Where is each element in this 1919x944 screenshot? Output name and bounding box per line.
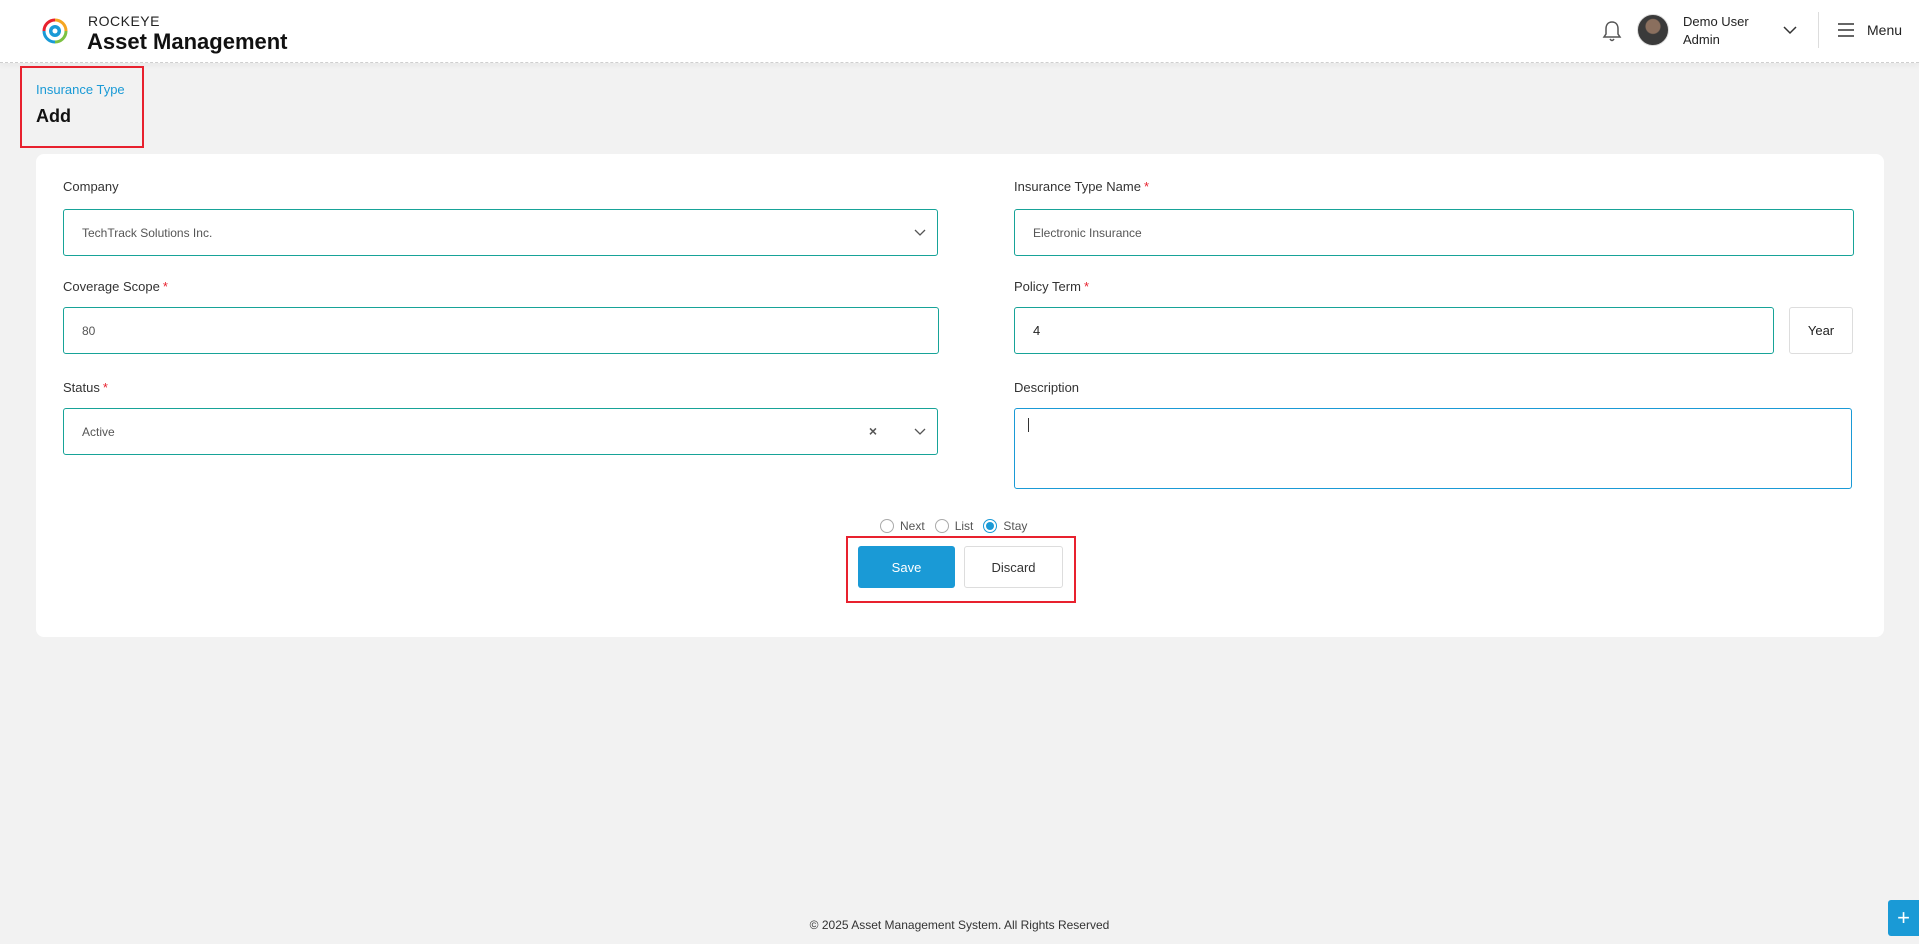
chevron-down-icon[interactable]: [1782, 24, 1798, 36]
radio-icon[interactable]: [880, 519, 894, 533]
radio-list[interactable]: List: [934, 519, 974, 533]
discard-button[interactable]: Discard: [964, 546, 1063, 588]
insurance-type-name-label: Insurance Type Name *: [1014, 179, 1150, 194]
radio-stay[interactable]: Stay: [983, 519, 1027, 533]
menu-button[interactable]: Menu: [1867, 22, 1902, 38]
description-label: Description: [1014, 380, 1080, 395]
avatar[interactable]: [1637, 14, 1669, 46]
user-name[interactable]: Demo User: [1683, 14, 1749, 29]
insurance-type-name-value: Electronic Insurance: [1033, 225, 1142, 240]
bell-icon[interactable]: [1601, 19, 1623, 43]
page-title: Add: [36, 106, 71, 126]
company-value: TechTrack Solutions Inc.: [82, 225, 213, 240]
policy-term-value: 4: [1033, 323, 1041, 338]
coverage-scope-value: 80: [82, 323, 96, 338]
description-textarea[interactable]: [1014, 408, 1852, 489]
radio-icon[interactable]: [934, 519, 949, 533]
app-title: Asset Management: [87, 29, 288, 54]
brand-name: ROCKEYE: [88, 13, 160, 29]
insurance-type-name-input[interactable]: Electronic Insurance: [1014, 209, 1854, 256]
save-button[interactable]: Save: [858, 546, 955, 588]
header-divider: [1818, 12, 1819, 48]
policy-term-input[interactable]: 4: [1014, 307, 1774, 354]
radio-icon[interactable]: [983, 519, 998, 533]
chevron-down-icon: [914, 428, 926, 435]
chevron-down-icon: [914, 229, 926, 236]
clear-icon[interactable]: ×: [869, 423, 877, 439]
policy-term-label: Policy Term *: [1014, 279, 1090, 294]
status-select[interactable]: Active ×: [63, 408, 938, 455]
add-fab-button[interactable]: +: [1888, 900, 1919, 936]
company-select[interactable]: TechTrack Solutions Inc.: [63, 209, 938, 256]
radio-list-label: List: [954, 519, 974, 533]
user-role: Admin: [1683, 32, 1720, 47]
status-value: Active: [82, 424, 115, 439]
company-label: Company: [63, 179, 119, 194]
logo-icon[interactable]: [36, 12, 74, 50]
radio-next-label: Next: [900, 519, 925, 533]
after-save-options: Next List Stay: [880, 518, 1037, 534]
hamburger-icon[interactable]: [1837, 22, 1855, 38]
top-header: ROCKEYE Asset Management Demo User Admin…: [0, 0, 1919, 63]
policy-term-unit[interactable]: Year: [1789, 307, 1853, 354]
breadcrumb[interactable]: Insurance Type: [36, 82, 125, 97]
status-label: Status *: [63, 380, 108, 395]
text-caret: [1028, 418, 1029, 432]
coverage-scope-label: Coverage Scope *: [63, 279, 168, 294]
footer-copyright: © 2025 Asset Management System. All Righ…: [809, 918, 1110, 932]
radio-stay-label: Stay: [1003, 519, 1028, 533]
radio-next[interactable]: Next: [880, 519, 925, 533]
coverage-scope-input[interactable]: 80: [63, 307, 939, 354]
